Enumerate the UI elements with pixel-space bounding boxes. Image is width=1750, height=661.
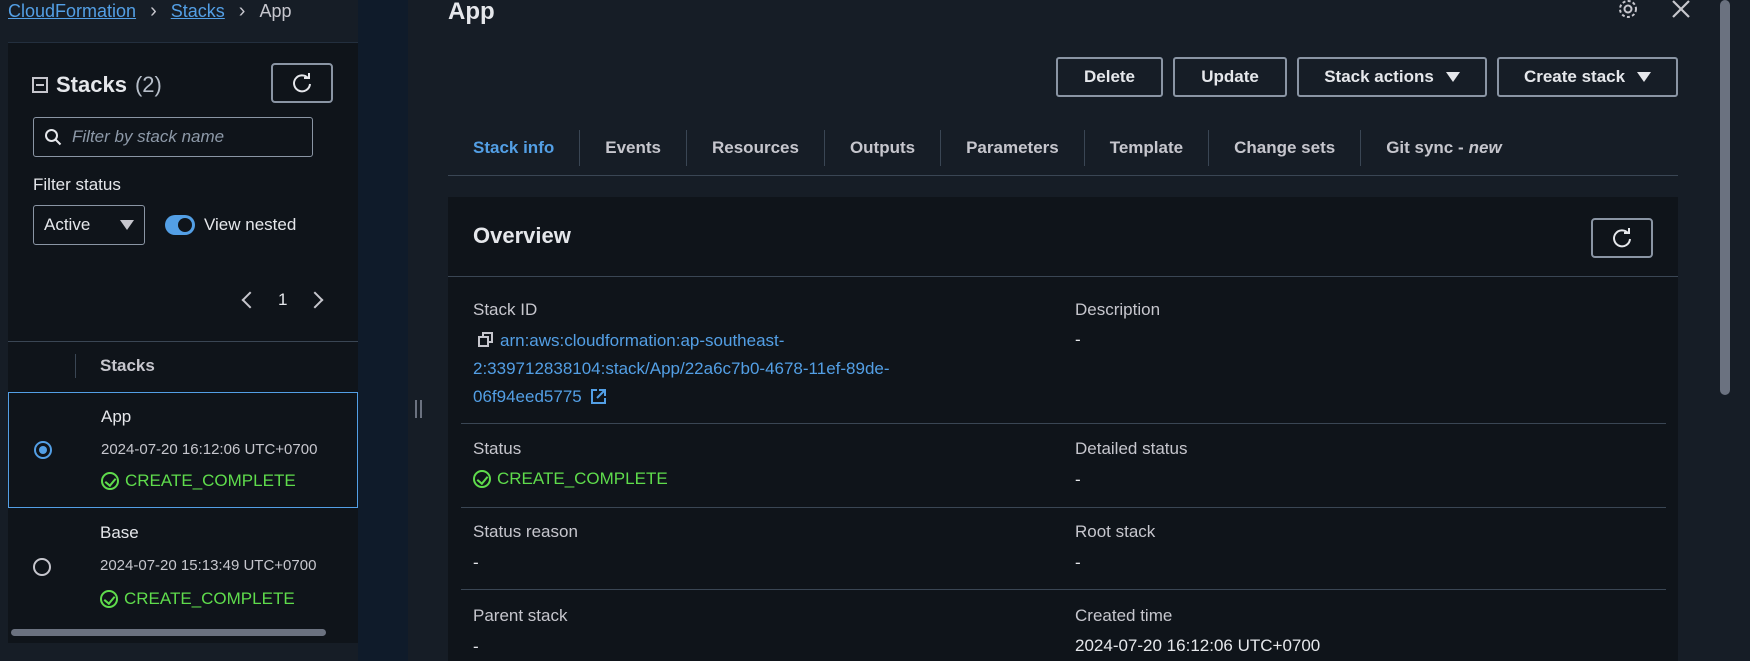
stack-row-app[interactable]: App 2024-07-20 16:12:06 UTC+0700 CREATE_… <box>8 392 358 508</box>
stacks-refresh-button[interactable] <box>271 63 333 103</box>
create-stack-button[interactable]: Create stack <box>1497 57 1678 97</box>
chevron-left-icon[interactable] <box>241 291 259 309</box>
tab-stack-info[interactable]: Stack info <box>448 130 579 166</box>
refresh-icon <box>293 73 311 93</box>
status-reason-value: - <box>473 553 479 572</box>
status-value: CREATE_COMPLETE <box>497 469 668 488</box>
description-value: - <box>1075 330 1081 349</box>
close-icon[interactable] <box>1670 0 1692 20</box>
filter-status-value: Active <box>44 215 91 234</box>
stacks-count: (2) <box>134 72 162 97</box>
tab-resources[interactable]: Resources <box>686 130 824 166</box>
stack-id-label: Stack ID <box>473 300 538 319</box>
caret-down-icon <box>120 220 134 230</box>
breadcrumb: CloudFormation › Stacks › App <box>8 0 291 22</box>
stack-status: CREATE_COMPLETE <box>124 589 295 608</box>
chevron-right-icon[interactable] <box>306 291 324 309</box>
stacks-column-header: Stacks <box>100 356 155 375</box>
view-nested-toggle[interactable] <box>165 215 195 235</box>
divider <box>8 341 358 342</box>
divider <box>461 589 1666 590</box>
stack-date: 2024-07-20 15:13:49 UTC+0700 <box>100 557 317 574</box>
overview-header <box>448 197 1678 277</box>
view-nested-label: View nested <box>204 215 297 234</box>
pane-resize-handle[interactable] <box>415 400 425 418</box>
root-stack-value: - <box>1075 553 1081 572</box>
stack-row-base[interactable]: Base 2024-07-20 15:13:49 UTC+0700 CREATE… <box>8 508 358 624</box>
breadcrumb-separator-icon: › <box>238 0 246 22</box>
stack-actions-label: Stack actions <box>1324 67 1434 86</box>
tab-change-sets[interactable]: Change sets <box>1208 130 1360 166</box>
tab-events[interactable]: Events <box>579 130 686 166</box>
tab-outputs[interactable]: Outputs <box>823 130 940 166</box>
stack-id-line3[interactable]: 06f94eed5775 <box>473 387 582 406</box>
status-badge: CREATE_COMPLETE <box>473 469 668 489</box>
check-circle-icon <box>100 590 118 608</box>
tab-parameters[interactable]: Parameters <box>940 130 1084 166</box>
refresh-icon <box>1613 228 1631 248</box>
vertical-scrollbar[interactable] <box>1720 0 1730 395</box>
stacks-panel-title: Stacks <box>56 72 127 97</box>
gear-icon[interactable] <box>1617 0 1639 20</box>
created-time-label: Created time <box>1075 606 1173 625</box>
caret-down-icon <box>1637 72 1652 82</box>
tab-git-sync[interactable]: Git sync - new <box>1360 130 1527 166</box>
create-stack-label: Create stack <box>1523 67 1626 86</box>
copy-icon[interactable] <box>478 332 494 348</box>
detailed-status-label: Detailed status <box>1075 439 1188 458</box>
divider <box>448 175 1678 176</box>
column-separator <box>75 354 76 378</box>
collapse-icon[interactable] <box>32 77 48 93</box>
external-link-icon[interactable] <box>590 388 607 405</box>
stack-id-line1[interactable]: arn:aws:cloudformation:ap-southeast- <box>500 331 784 350</box>
breadcrumb-separator-icon: › <box>150 0 157 22</box>
check-circle-icon <box>101 472 119 490</box>
filter-status-select[interactable]: Active <box>33 205 145 245</box>
parent-stack-value: - <box>473 637 479 656</box>
filter-status-label: Filter status <box>33 175 121 194</box>
status-badge: CREATE_COMPLETE <box>101 471 296 491</box>
pagination: 1 <box>241 290 324 310</box>
tab-template[interactable]: Template <box>1083 130 1208 166</box>
stack-search-field[interactable] <box>33 117 313 157</box>
status-badge: CREATE_COMPLETE <box>100 589 295 609</box>
stack-id-link[interactable]: arn:aws:cloudformation:ap-southeast- 2:3… <box>473 327 953 411</box>
status-label: Status <box>473 439 522 458</box>
created-time-value: 2024-07-20 16:12:06 UTC+0700 <box>1075 636 1321 655</box>
detailed-status-value: - <box>1075 470 1081 489</box>
divider <box>461 423 1666 424</box>
horizontal-scrollbar[interactable] <box>11 629 326 636</box>
new-badge: new <box>1468 138 1502 157</box>
parent-stack-label: Parent stack <box>473 606 568 625</box>
overview-refresh-button[interactable] <box>1591 218 1653 258</box>
stack-name[interactable]: Base <box>100 523 139 543</box>
description-label: Description <box>1075 300 1161 319</box>
stack-search-input[interactable] <box>72 127 292 147</box>
delete-button[interactable]: Delete <box>1056 57 1163 97</box>
breadcrumb-current: App <box>259 0 292 21</box>
caret-down-icon <box>1445 72 1460 82</box>
breadcrumb-cloudformation[interactable]: CloudFormation <box>8 1 136 22</box>
check-circle-icon <box>473 470 491 488</box>
root-stack-label: Root stack <box>1075 522 1156 541</box>
search-icon <box>45 129 62 146</box>
stack-status: CREATE_COMPLETE <box>125 471 296 490</box>
detail-tabs: Stack info Events Resources Outputs Para… <box>448 118 1527 178</box>
stack-name[interactable]: App <box>101 407 131 427</box>
page-title: App <box>448 0 495 25</box>
status-reason-label: Status reason <box>473 522 578 541</box>
stack-id-line2[interactable]: 2:339712838104:stack/App/22a6c7b0-4678-1… <box>473 359 890 378</box>
stack-date: 2024-07-20 16:12:06 UTC+0700 <box>101 441 318 458</box>
radio-icon[interactable] <box>33 558 51 576</box>
radio-icon[interactable] <box>34 441 52 459</box>
page-number[interactable]: 1 <box>278 290 287 310</box>
stacks-panel-header: Stacks (2) <box>32 72 162 98</box>
update-button[interactable]: Update <box>1173 57 1287 97</box>
stack-actions-button[interactable]: Stack actions <box>1297 57 1487 97</box>
overview-title: Overview <box>473 223 571 248</box>
tab-git-sync-label: Git sync - <box>1386 138 1464 157</box>
divider <box>461 507 1666 508</box>
breadcrumb-stacks[interactable]: Stacks <box>171 1 225 22</box>
